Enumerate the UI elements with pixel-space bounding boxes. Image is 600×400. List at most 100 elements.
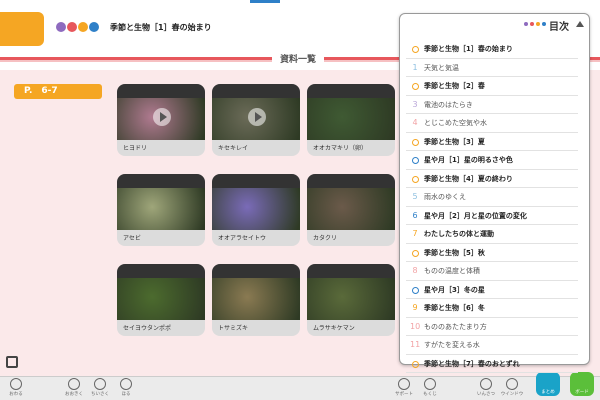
- toc-item-label: 星や月［3］冬の星: [424, 285, 485, 294]
- toc-item-label: 季節と生物［3］夏: [424, 137, 485, 146]
- play-icon[interactable]: [153, 108, 171, 126]
- toc-item[interactable]: 11 すがたを変える水: [406, 336, 578, 355]
- material-card[interactable]: キセキレイ: [212, 84, 300, 156]
- card-topbar: [307, 264, 395, 278]
- zoom-in-icon: [68, 378, 80, 390]
- play-icon[interactable]: [248, 108, 266, 126]
- material-photo: [117, 188, 205, 230]
- material-card[interactable]: ムラサキケマン: [307, 264, 395, 336]
- unit-number: 9: [412, 303, 418, 312]
- material-photo: [117, 278, 205, 320]
- material-card[interactable]: アセビ: [117, 174, 205, 246]
- bullet-circle-icon: [410, 151, 420, 169]
- material-card[interactable]: オオカマキリ（卵）: [307, 84, 395, 156]
- exit-icon[interactable]: [6, 356, 18, 368]
- big-button-label: ボード: [575, 390, 589, 395]
- bullet-circle-icon: [410, 133, 420, 151]
- toolbar-button[interactable]: いんさつ: [474, 378, 498, 397]
- toc-item-label: 天気と気温: [424, 63, 459, 72]
- toc-item-label: 季節と生物［4］夏の終わり: [424, 174, 513, 183]
- bullet-circle-icon: [410, 355, 420, 373]
- toc-title: 目次: [549, 22, 569, 33]
- toolbar-button[interactable]: サポート: [392, 378, 416, 397]
- toc-item[interactable]: 季節と生物［4］夏の終わり: [406, 170, 578, 188]
- material-card[interactable]: トサミズキ: [212, 264, 300, 336]
- unit-number: 4: [412, 118, 418, 127]
- material-card[interactable]: カタクリ: [307, 174, 395, 246]
- material-card[interactable]: オオアラセイトウ: [212, 174, 300, 246]
- page-title: 季節と生物［1］春の始まり: [110, 23, 212, 32]
- card-topbar: [212, 174, 300, 188]
- material-icon: [120, 378, 132, 390]
- material-photo: [307, 278, 395, 320]
- unit-number: 5: [412, 192, 418, 201]
- material-photo: [212, 278, 300, 320]
- toc-item[interactable]: 10 もののあたたまり方: [406, 318, 578, 336]
- toc-item[interactable]: 星や月［1］星の明るさや色: [406, 151, 578, 170]
- toc-list: 季節と生物［1］春の始まり 1 天気と気温 季節と生物［2］春 3 電池のはたらき 4 とじこ…: [406, 40, 578, 373]
- circle-icon: [411, 83, 419, 90]
- print-icon: [480, 378, 492, 390]
- support-gear-icon: [398, 378, 410, 390]
- app-logo-tab[interactable]: [0, 12, 44, 46]
- toolbar-button[interactable]: おおきく: [62, 378, 86, 397]
- toc-item-label: 電池のはたらき: [424, 100, 473, 109]
- toolbar-button[interactable]: おわる: [4, 378, 28, 397]
- toc-item[interactable]: 3 電池のはたらき: [406, 96, 578, 114]
- toc-item[interactable]: 季節と生物［1］春の始まり: [406, 40, 578, 59]
- material-card[interactable]: セイヨウタンポポ: [117, 264, 205, 336]
- toc-item[interactable]: 9 季節と生物［6］冬: [406, 299, 578, 318]
- toolbar-button[interactable]: ウインドウ: [500, 378, 524, 397]
- top-accent: [250, 0, 280, 3]
- toolbar-button[interactable]: もくじ: [418, 378, 442, 397]
- circle-icon: [411, 157, 419, 164]
- material-label: キセキレイ: [218, 145, 249, 152]
- toc-item-label: 季節と生物［5］秋: [424, 248, 485, 257]
- color-dot: [67, 22, 77, 32]
- toc-dot: [542, 22, 546, 26]
- toc-item[interactable]: 5 雨水のゆくえ: [406, 188, 578, 207]
- unit-number: 3: [412, 99, 418, 109]
- bullet-circle-icon: [410, 40, 420, 58]
- unit-number: 7: [412, 229, 418, 238]
- unit-number: 6: [412, 210, 418, 220]
- toc-item[interactable]: 8 ものの温度と体積: [406, 262, 578, 281]
- menu-grid-icon: [424, 378, 436, 390]
- circle-icon: [411, 46, 419, 53]
- card-topbar: [117, 84, 205, 98]
- toc-item[interactable]: 6 星や月［2］月と星の位置の変化: [406, 207, 578, 225]
- toc-item[interactable]: 7 わたしたちの体と運動: [406, 225, 578, 244]
- toc-item[interactable]: 季節と生物［2］春: [406, 77, 578, 96]
- card-topbar: [117, 174, 205, 188]
- page-badge: P. 6-7: [14, 84, 102, 99]
- material-label: オオアラセイトウ: [218, 235, 267, 242]
- material-label: トサミズキ: [218, 325, 249, 332]
- circle-icon: [411, 138, 419, 146]
- material-label: オオカマキリ（卵）: [313, 145, 368, 152]
- toc-item[interactable]: 1 天気と気温: [406, 59, 578, 77]
- toc-item[interactable]: 季節と生物［3］夏: [406, 133, 578, 151]
- toolbar-label: ちいさく: [91, 392, 109, 397]
- toc-item[interactable]: 4 とじこめた空気や水: [406, 114, 578, 133]
- toolbar-button[interactable]: ちいさく: [88, 378, 112, 397]
- toolbar-label: サポート: [395, 392, 413, 397]
- unit-number: 8: [412, 266, 418, 275]
- section-heading: 資料一覧: [272, 52, 325, 65]
- toolbar-button[interactable]: ほる: [114, 378, 138, 397]
- toolbar-label: もくじ: [423, 392, 437, 397]
- tool-green-button[interactable]: ボード: [570, 372, 594, 396]
- tool-cube-button[interactable]: まとめ: [536, 372, 560, 396]
- toc-item-label: 季節と生物［7］春のおとずれ: [424, 359, 520, 368]
- collapse-caret-icon[interactable]: [576, 21, 584, 27]
- toc-item[interactable]: 季節と生物［5］秋: [406, 244, 578, 262]
- toc-item-label: とじこめた空気や水: [424, 119, 487, 127]
- toolbar-label: おわる: [9, 392, 23, 397]
- toc-item[interactable]: 星や月［3］冬の星: [406, 281, 578, 299]
- toc-item[interactable]: 季節と生物［7］春のおとずれ: [406, 355, 578, 373]
- toc-item-label: 季節と生物［6］冬: [424, 304, 485, 312]
- circle-icon: [411, 360, 419, 368]
- toc-panel: 目次 季節と生物［1］春の始まり 1 天気と気温 季節と生物［2］春 3 電池のはたらき 4…: [399, 13, 590, 373]
- unit-number: 10: [410, 321, 421, 331]
- card-topbar: [307, 174, 395, 188]
- material-card[interactable]: ヒヨドリ: [117, 84, 205, 156]
